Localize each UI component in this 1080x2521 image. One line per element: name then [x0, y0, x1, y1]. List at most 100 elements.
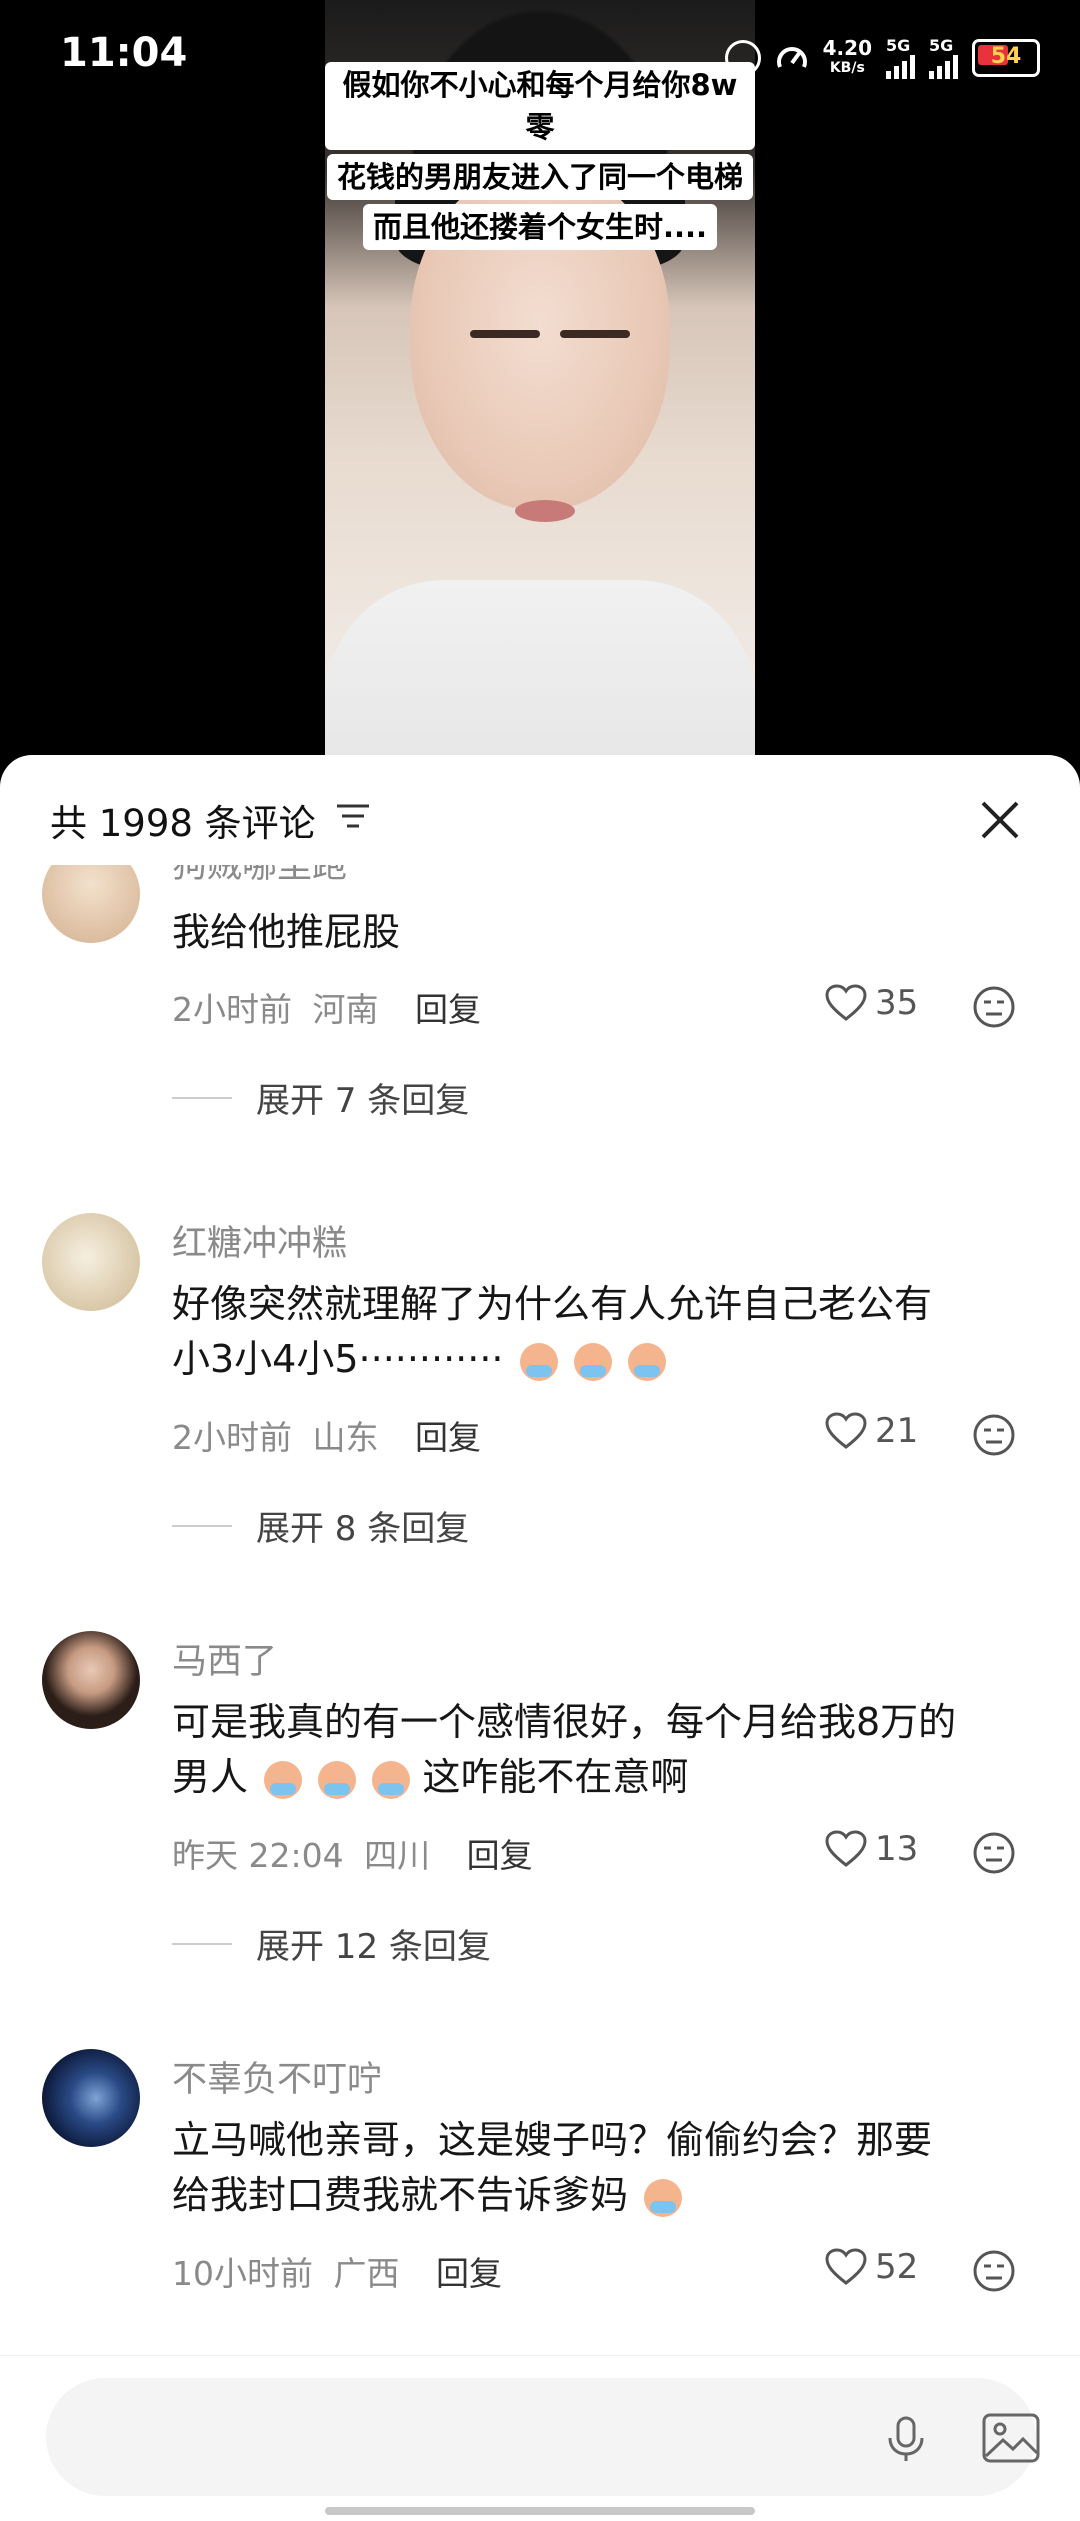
comment-username[interactable]: 马西了	[172, 1633, 277, 1684]
comment-input-container[interactable]	[46, 2378, 1040, 2496]
signal-1-label: 5G	[886, 36, 911, 55]
dislike-face-icon[interactable]	[972, 1413, 1016, 1457]
crying-emoji-icon	[627, 1342, 666, 1381]
reply-button[interactable]: 回复	[436, 2254, 502, 2293]
comment-text-line-2: 给我封口费我就不告诉爹妈	[172, 2168, 1042, 2223]
battery-icon: 54	[972, 38, 1040, 77]
image-icon[interactable]	[981, 2412, 1041, 2464]
signal-1: 5G	[886, 36, 915, 79]
expand-replies-button[interactable]: 展开 12 条回复	[172, 1919, 491, 1968]
comment-time: 10小时前	[172, 2254, 313, 2293]
comment-text-line: 好像突然就理解了为什么有人允许自己老公有	[172, 1282, 933, 1326]
home-indicator[interactable]	[325, 2507, 755, 2515]
comment-sheet: 共 1998 条评论 狗贼哪里跑 我给他推屁股 2小时前 河南 回复 35 展开…	[0, 755, 1080, 2520]
comment-username[interactable]: 狗贼哪里跑	[172, 865, 347, 888]
signal-2-label: 5G	[929, 36, 954, 55]
caption-line-2: 花钱的男朋友进入了同一个电梯	[326, 154, 753, 200]
alarm-icon	[724, 39, 761, 76]
comment-text-line: 立马喊他亲哥，这是嫂子吗？偷偷约会？那要	[172, 2118, 933, 2162]
comment-location: 广西	[333, 2254, 400, 2293]
comment-input[interactable]	[86, 2408, 830, 2466]
status-time: 11:04	[60, 30, 188, 76]
comment-text: 立马喊他亲哥，这是嫂子吗？偷偷约会？那要 给我封口费我就不告诉爹妈	[172, 2113, 1042, 2223]
comment-location: 山东	[312, 1418, 379, 1457]
comment-meta: 昨天 22:04 四川 回复	[172, 1829, 533, 1877]
like-count: 13	[875, 1829, 919, 1869]
crying-emoji-icon	[318, 1760, 357, 1799]
comment-text-part: 这咋能不在意啊	[422, 1755, 689, 1799]
video-shirt	[325, 580, 755, 770]
comment-text-part: 小3小4小5············	[172, 1337, 504, 1381]
comment-meta: 2小时前 山东 回复	[172, 1411, 481, 1459]
crying-emoji-icon	[573, 1342, 612, 1381]
comment-text-line: 可是我真的有一个感情很好，每个月给我8万的	[172, 1700, 957, 1744]
like-count: 52	[875, 2247, 919, 2287]
dislike-face-icon[interactable]	[972, 1831, 1016, 1875]
reply-button[interactable]: 回复	[415, 1418, 481, 1457]
expand-replies-label: 展开 8 条回复	[256, 1509, 470, 1549]
comment-text: 可是我真的有一个感情很好，每个月给我8万的 男人 这咋能不在意啊	[172, 1695, 1042, 1805]
like-button[interactable]: 21	[825, 1411, 918, 1451]
mic-icon[interactable]	[881, 2414, 931, 2464]
expand-replies-label: 展开 12 条回复	[256, 1927, 491, 1967]
heart-icon	[825, 2248, 867, 2285]
battery-level: 54	[990, 43, 1022, 69]
avatar[interactable]	[42, 2049, 140, 2147]
comment-input-bar	[0, 2355, 1080, 2521]
dislike-face-icon[interactable]	[972, 985, 1016, 1029]
comment-username[interactable]: 红糖冲冲糕	[172, 1215, 347, 1266]
speed-gauge-icon	[776, 46, 807, 68]
filter-icon[interactable]	[335, 801, 371, 831]
video-player[interactable]: 假如你不小心和每个月给你8w零 花钱的男朋友进入了同一个电梯 而且他还搂着个女生…	[0, 0, 1080, 770]
comment-username[interactable]: 不辜负不叮咛	[172, 2051, 382, 2102]
comment-location: 四川	[364, 1836, 431, 1875]
expand-replies-button[interactable]: 展开 7 条回复	[172, 1073, 469, 1122]
avatar[interactable]	[42, 1213, 140, 1311]
like-button[interactable]: 35	[825, 983, 918, 1023]
video-eye-right	[560, 330, 630, 338]
comment-text-line-2: 男人 这咋能不在意啊	[172, 1750, 1042, 1805]
like-button[interactable]: 13	[825, 1829, 918, 1869]
divider-line	[172, 1942, 232, 1945]
expand-replies-button[interactable]: 展开 8 条回复	[172, 1501, 469, 1550]
comment-location: 河南	[312, 990, 379, 1029]
comment-text: 我给他推屁股	[172, 910, 401, 954]
like-button[interactable]: 52	[825, 2247, 918, 2287]
reply-button[interactable]: 回复	[467, 1836, 533, 1875]
like-count: 21	[875, 1411, 919, 1451]
comment-text-part: 男人	[172, 1755, 249, 1799]
expand-replies-label: 展开 7 条回复	[256, 1081, 470, 1121]
signal-bars-icon	[886, 55, 915, 79]
comment-time: 2小时前	[172, 990, 292, 1029]
caption-line-3: 而且他还搂着个女生时....	[362, 204, 718, 250]
comment-meta: 10小时前 广西 回复	[172, 2247, 502, 2295]
net-speed: 4.20 KB/s	[823, 38, 872, 78]
comment-list[interactable]: 狗贼哪里跑 我给他推屁股 2小时前 河南 回复 35 展开 7 条回复 红糖冲冲…	[0, 865, 1080, 2315]
avatar[interactable]	[42, 865, 140, 943]
reply-button[interactable]: 回复	[415, 990, 481, 1029]
heart-icon	[825, 1830, 867, 1867]
comment-text-part: 给我封口费我就不告诉爹妈	[172, 2173, 629, 2217]
crying-emoji-icon	[519, 1342, 558, 1381]
divider-line	[172, 1524, 232, 1527]
divider-line	[172, 1096, 232, 1099]
dislike-face-icon[interactable]	[972, 2249, 1016, 2293]
crying-emoji-icon	[644, 2178, 683, 2217]
status-icons: 4.20 KB/s 5G 5G 54	[724, 36, 1040, 79]
video-lips	[515, 500, 575, 522]
comment-text: 好像突然就理解了为什么有人允许自己老公有 小3小4小5············	[172, 1277, 1042, 1387]
comment-time: 昨天 22:04	[172, 1836, 344, 1875]
crying-emoji-icon	[264, 1760, 303, 1799]
close-icon[interactable]	[975, 795, 1025, 845]
signal-2: 5G	[929, 36, 958, 79]
status-bar: 11:04 4.20 KB/s 5G 5G 54	[0, 0, 1080, 110]
net-speed-unit: KB/s	[829, 59, 865, 76]
net-speed-value: 4.20	[822, 35, 872, 60]
avatar[interactable]	[42, 1631, 140, 1729]
comment-time: 2小时前	[172, 1418, 292, 1457]
comment-count: 共 1998 条评论	[50, 802, 316, 845]
heart-icon	[825, 1412, 867, 1449]
comment-text-line-2: 小3小4小5············	[172, 1332, 1042, 1387]
like-count: 35	[875, 983, 919, 1023]
comment-meta: 2小时前 河南 回复	[172, 983, 481, 1031]
